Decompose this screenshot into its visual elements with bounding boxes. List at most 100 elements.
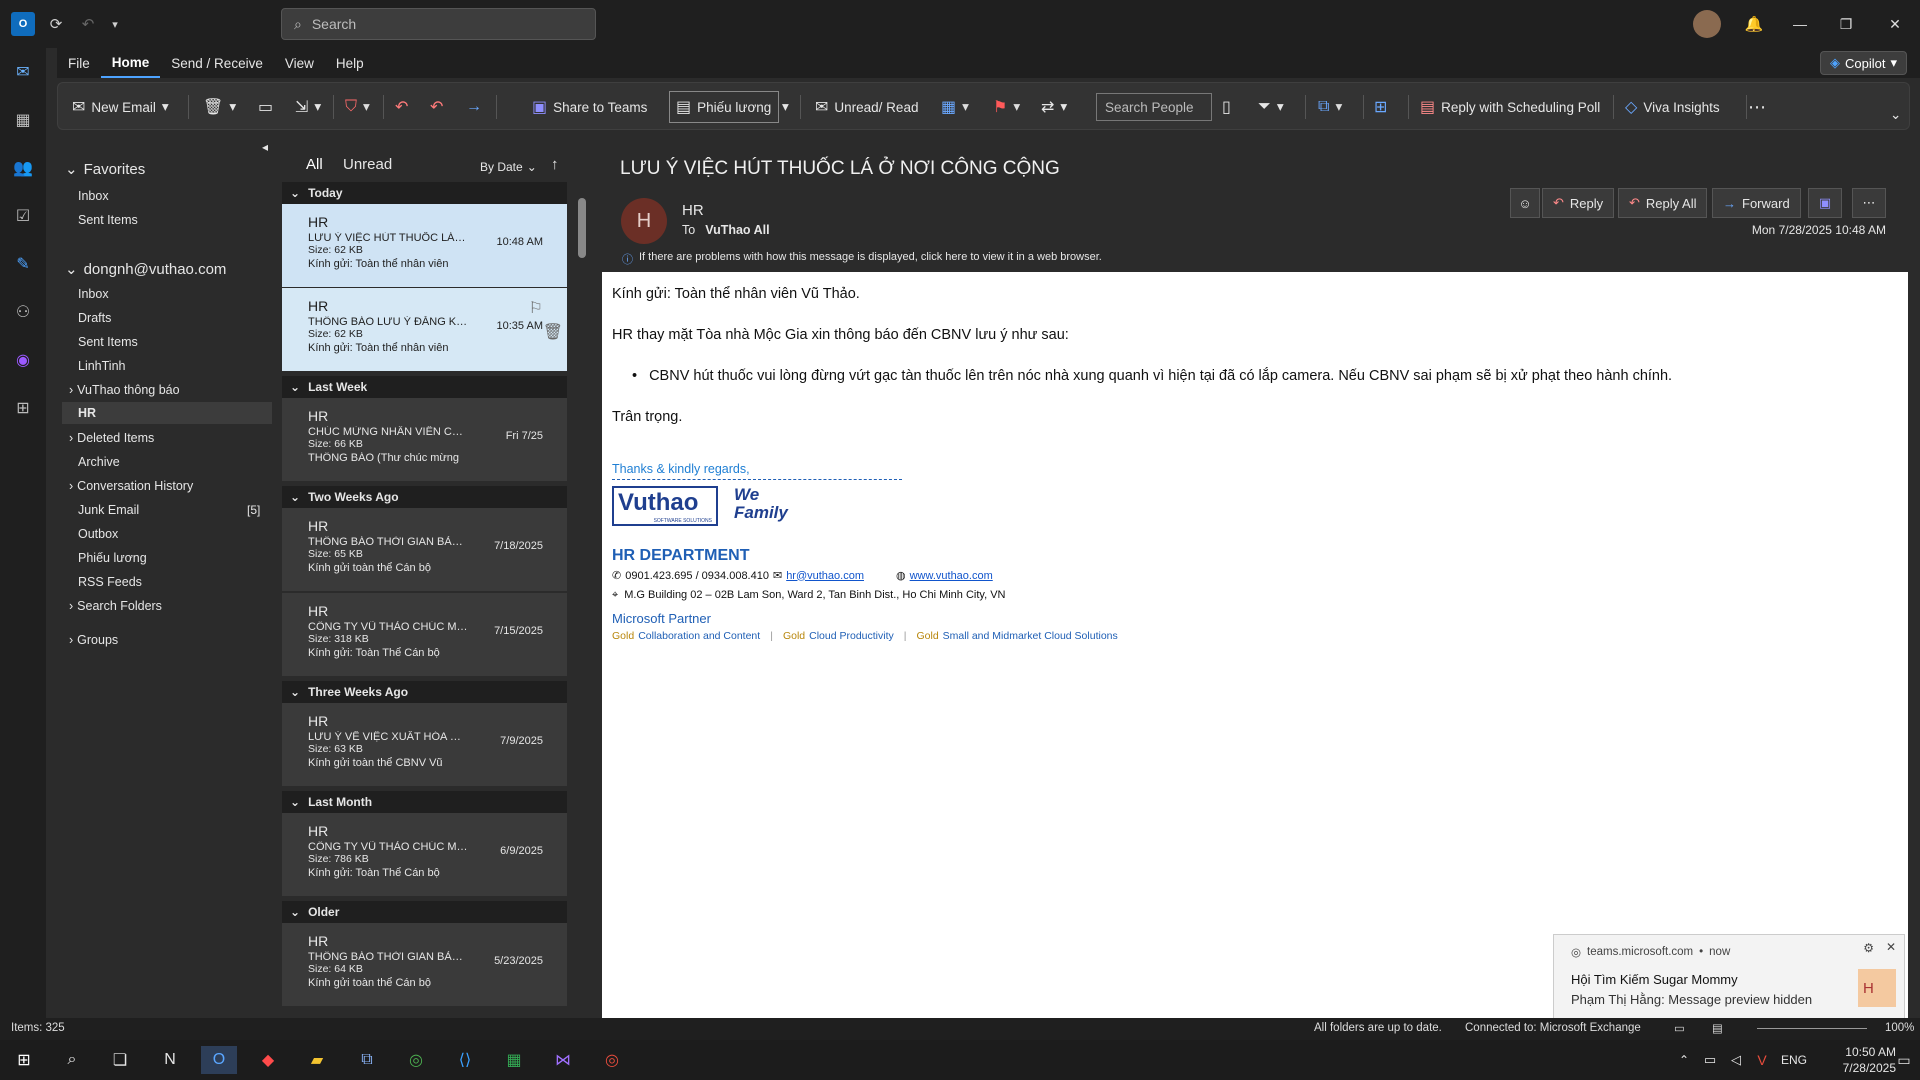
folder-sent-items[interactable]: Sent Items <box>78 331 138 353</box>
close-button[interactable]: ✕ <box>1875 10 1915 38</box>
search-box[interactable]: ⌕ Search <box>281 8 596 40</box>
excel-like-icon[interactable]: ▦ <box>496 1046 532 1074</box>
info-bar[interactable]: ⓘ If there are problems with how this mes… <box>622 251 1102 267</box>
email-link[interactable]: hr@vuthao.com <box>786 570 864 582</box>
calendar-icon[interactable]: ▦ <box>11 108 35 132</box>
folder-vuthao-thong-bao[interactable]: › VuThao thông báo <box>69 379 180 401</box>
group-two-weeks-ago[interactable]: ⌄ Two Weeks Ago <box>282 486 567 508</box>
normal-view-icon[interactable]: ▭ <box>1674 1021 1685 1035</box>
reply-icon[interactable]: ↶ <box>395 91 408 123</box>
reply-all-button[interactable]: ↶ Reply All <box>1618 188 1708 218</box>
group-last-week[interactable]: ⌄ Last Week <box>282 376 567 398</box>
filter-button[interactable]: ⏷ ▾ <box>1258 91 1284 123</box>
outlook-taskbar-icon[interactable]: O <box>201 1046 237 1074</box>
share-to-teams-button[interactable]: ▣ Share to Teams <box>532 91 647 123</box>
folder-conversation-history[interactable]: › Conversation History <box>69 475 193 497</box>
folder-search-folders[interactable]: › Search Folders <box>69 595 162 617</box>
flag-button[interactable]: ⚑ ▾ <box>993 91 1020 123</box>
folder-linhtinh[interactable]: LinhTinh <box>78 355 126 377</box>
vscode-icon[interactable]: ⟨⟩ <box>447 1046 483 1074</box>
folder-outbox[interactable]: Outbox <box>78 523 118 545</box>
clock[interactable]: 10:50 AM 7/28/2025 <box>1800 1044 1896 1076</box>
list-scrollbar[interactable] <box>576 182 588 1018</box>
list-item[interactable]: HR LƯU Ý VIỆC HÚT THUỐC LÁ Ở ... Size: 6… <box>282 204 567 288</box>
emoji-react-icon[interactable]: ☺ <box>1510 188 1540 218</box>
group-last-month[interactable]: ⌄ Last Month <box>282 791 567 813</box>
delete-button[interactable]: 🗑 ▾ <box>203 91 236 123</box>
visual-studio-icon[interactable]: ⋈ <box>545 1046 581 1074</box>
collapse-ribbon-icon[interactable]: ⌄ <box>1890 99 1901 131</box>
category-chevron-icon[interactable]: ▾ <box>782 91 789 123</box>
list-item[interactable]: HR THÔNG BÁO LƯU Ý ĐĂNG KÝ ... Size: 62 … <box>282 288 567 372</box>
collapse-pane-icon[interactable]: ◂ <box>262 140 268 154</box>
tab-unread[interactable]: Unread <box>343 156 392 173</box>
minimize-button[interactable]: — <box>1780 10 1820 38</box>
menu-send-receive[interactable]: Send / Receive <box>160 48 274 78</box>
copilot-icon[interactable]: ◉ <box>11 348 35 372</box>
user-avatar[interactable] <box>1693 10 1721 38</box>
archive-button[interactable]: ▭ <box>258 91 273 123</box>
task-view-icon[interactable]: ❏ <box>102 1046 138 1074</box>
reply-button[interactable]: ↶ Reply <box>1542 188 1615 218</box>
sort-dropdown[interactable]: By Date ⌄ <box>480 160 537 174</box>
tasks-icon[interactable]: ☑ <box>11 204 35 228</box>
chrome-icon[interactable]: ◎ <box>398 1046 434 1074</box>
rules-button[interactable]: ⇄ ▾ <box>1041 91 1067 123</box>
delete-icon[interactable]: 🗑 <box>543 322 563 342</box>
chrome-profile-icon[interactable]: ◎ <box>594 1046 630 1074</box>
org-icon[interactable]: ⚇ <box>11 300 35 324</box>
remote-app-icon[interactable]: ⧉ <box>349 1046 385 1074</box>
list-item[interactable]: HR THÔNG BÁO THỜI GIAN BẢO ... Size: 65 … <box>282 508 567 592</box>
forward-button[interactable]: → Forward <box>1712 188 1801 218</box>
restore-button[interactable]: ❐ <box>1826 10 1866 38</box>
menu-view[interactable]: View <box>274 48 325 78</box>
toast-close-icon[interactable]: ✕ <box>1886 940 1896 954</box>
sort-direction-icon[interactable]: ↑ <box>551 156 559 173</box>
folder-drafts[interactable]: Drafts <box>78 307 111 329</box>
viva-insights-button[interactable]: ◇ Viva Insights <box>1625 91 1720 123</box>
address-book-icon[interactable]: ▯ <box>1222 91 1231 123</box>
folder-deleted-items[interactable]: › Deleted Items <box>69 427 154 449</box>
notification-center-icon[interactable]: ▭ <box>1886 1046 1920 1074</box>
forward-icon[interactable]: → <box>466 91 482 123</box>
windows-start-icon[interactable]: ⊞ <box>6 1046 42 1074</box>
toast-settings-icon[interactable]: ⚙ <box>1863 941 1874 955</box>
search-icon[interactable]: ⌕ <box>54 1046 90 1074</box>
mail-icon[interactable]: ✉ <box>11 60 35 84</box>
copilot-button[interactable]: ◈ Copilot ▾ <box>1820 51 1907 75</box>
teams-notification[interactable]: ◎ teams.microsoft.com • now ⚙ ✕ Hội Tìm Kiế… <box>1553 934 1905 1021</box>
folder-hr[interactable]: HR <box>62 402 272 424</box>
pen-icon[interactable]: ✎ <box>11 252 35 276</box>
reply-all-icon[interactable]: ↶ <box>430 91 443 123</box>
menu-home[interactable]: Home <box>100 48 161 78</box>
list-item[interactable]: HR LƯU Ý VỀ VIỆC XUẤT HÓA ĐƠ... Size: 63… <box>282 703 567 787</box>
folder-inbox[interactable]: Inbox <box>78 283 109 305</box>
menu-help[interactable]: Help <box>325 48 375 78</box>
sync-icon[interactable]: ⟳ <box>44 12 68 36</box>
fav-inbox[interactable]: Inbox <box>78 185 109 207</box>
apps-grid-icon[interactable]: ⊞ <box>1374 91 1387 123</box>
addins-button[interactable]: ⧉ ▾ <box>1318 91 1342 123</box>
reading-view-icon[interactable]: ▤ <box>1712 1021 1723 1035</box>
app-red-icon[interactable]: ◆ <box>250 1046 286 1074</box>
menu-file[interactable]: File <box>57 48 101 78</box>
reply-scheduling-poll-button[interactable]: ▤ Reply with Scheduling Poll <box>1420 91 1600 123</box>
flag-icon[interactable]: ⚐ <box>529 298 543 318</box>
more-options-icon[interactable]: ⋯ <box>1748 91 1766 123</box>
list-item[interactable]: HR CHÚC MỪNG NHÂN VIÊN CHÍ... Size: 66 K… <box>282 398 567 482</box>
folder-phieu-luong[interactable]: Phiếu lương <box>78 547 147 569</box>
apps-icon[interactable]: ⊞ <box>11 396 35 420</box>
people-icon[interactable]: 👥 <box>11 156 35 180</box>
customize-qat-icon[interactable]: ▾ <box>103 12 127 36</box>
zoom-slider[interactable] <box>1757 1028 1867 1029</box>
search-people-input[interactable]: Search People <box>1096 93 1212 121</box>
tab-all[interactable]: All <box>306 156 323 173</box>
unread-read-button[interactable]: ✉ Unread/ Read <box>815 91 918 123</box>
category-dropdown[interactable]: ▤ Phiếu lương <box>669 91 779 123</box>
sender-name[interactable]: HR <box>682 202 704 219</box>
group-three-weeks-ago[interactable]: ⌄ Three Weeks Ago <box>282 681 567 703</box>
group-today[interactable]: ⌄ Today <box>282 182 567 204</box>
web-link[interactable]: www.vuthao.com <box>910 570 993 582</box>
favorites-header[interactable]: ⌄ Favorites <box>65 160 145 179</box>
new-email-button[interactable]: ✉ New Email ▾ <box>72 91 169 123</box>
